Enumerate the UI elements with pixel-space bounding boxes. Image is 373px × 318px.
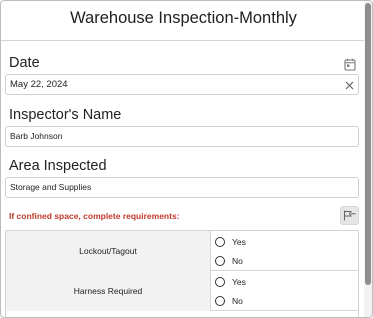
requirement-name: Harness Required	[6, 271, 211, 311]
requirement-name: Lockout/Tagout	[6, 231, 211, 271]
radio-no[interactable]: No	[215, 296, 243, 306]
radio-circle	[215, 256, 225, 266]
clear-icon[interactable]	[341, 77, 357, 93]
pin-button[interactable]	[340, 206, 359, 225]
radio-circle	[215, 296, 225, 306]
radio-yes[interactable]: Yes	[215, 237, 246, 247]
radio-label: No	[232, 256, 243, 266]
date-field[interactable]: May 22, 2024	[5, 74, 359, 95]
form-content: Warehouse Inspection-Monthly Date May 22…	[1, 1, 366, 317]
radio-label: Yes	[232, 277, 246, 287]
form-window: Warehouse Inspection-Monthly Date May 22…	[0, 0, 373, 318]
radio-no[interactable]: No	[215, 256, 243, 266]
form-title: Warehouse Inspection-Monthly	[70, 9, 297, 27]
requirement-row: Lockout/Tagout Yes No	[6, 231, 358, 271]
date-label: Date	[9, 55, 40, 71]
radio-label: No	[232, 296, 243, 306]
area-inspected-label: Area Inspected	[9, 158, 107, 174]
title-divider	[1, 40, 366, 41]
pin-icon	[343, 210, 356, 221]
radio-circle	[215, 277, 225, 287]
inspector-name-value: Barb Johnson	[10, 131, 63, 141]
inspector-name-field[interactable]: Barb Johnson	[5, 126, 359, 147]
calendar-icon[interactable]	[342, 56, 358, 72]
radio-yes[interactable]: Yes	[215, 277, 246, 287]
confined-space-note: If confined space, complete requirements…	[9, 211, 180, 221]
requirements-table: Lockout/Tagout Yes No Harness Required Y…	[5, 230, 359, 317]
radio-label: Yes	[232, 237, 246, 247]
date-value: May 22, 2024	[10, 79, 68, 90]
area-inspected-value: Storage and Supplies	[10, 182, 92, 192]
radio-circle	[215, 237, 225, 247]
scroll-thumb[interactable]	[365, 3, 371, 285]
inspector-name-label: Inspector's Name	[9, 107, 122, 123]
area-inspected-field[interactable]: Storage and Supplies	[5, 177, 359, 198]
vertical-scrollbar[interactable]	[364, 1, 372, 317]
requirement-row: Harness Required Yes No	[6, 271, 358, 311]
